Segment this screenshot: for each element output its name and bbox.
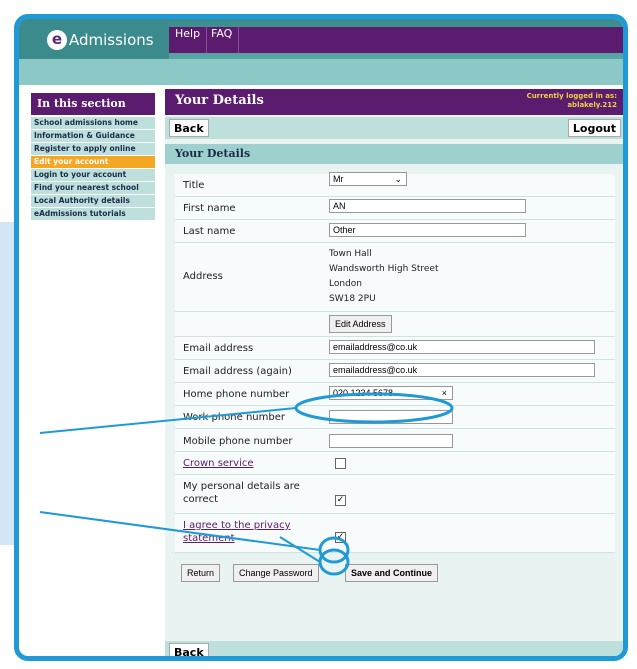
mobile-phone-label: Mobile phone number: [183, 436, 293, 447]
email-again-input[interactable]: emailaddress@co.uk: [329, 363, 595, 377]
details-correct-label: My personal details are correct: [183, 481, 300, 505]
username: ablakely.212: [567, 101, 617, 109]
page-header: Your Details Currently logged in as: abl…: [165, 89, 623, 115]
chevron-down-icon: ⌄: [394, 174, 402, 184]
form-row-last-name: Last name Other: [175, 220, 615, 243]
title-select[interactable]: Mr ⌄: [329, 172, 407, 186]
logo-e-icon: e: [47, 30, 67, 50]
crown-service-link[interactable]: Crown service: [183, 457, 254, 470]
save-and-continue-button[interactable]: Save and Continue: [345, 564, 439, 582]
email-input[interactable]: emailaddress@co.uk: [329, 340, 595, 354]
logo[interactable]: e Admissions: [19, 19, 169, 59]
last-name-input[interactable]: Other: [329, 223, 526, 237]
privacy-checkbox[interactable]: ✓: [335, 532, 346, 543]
mobile-phone-input[interactable]: [329, 434, 453, 448]
address-line: Wandsworth High Street: [329, 264, 439, 274]
sidebar-item-find-school[interactable]: Find your nearest school: [31, 182, 155, 194]
sidebar: School admissions home Information & Gui…: [31, 117, 155, 221]
email-again-label: Email address (again): [183, 366, 292, 377]
edit-address-button[interactable]: Edit Address: [329, 315, 392, 333]
nav-faq-link[interactable]: FAQ: [205, 27, 240, 53]
top-navigation: Help FAQ: [169, 27, 623, 53]
form-row-privacy: I agree to the privacy statement ✓: [175, 514, 615, 553]
form-row-details-correct: My personal details are correct ✓: [175, 475, 615, 514]
form-row-address: Address Town Hall Wandsworth High Street…: [175, 243, 615, 312]
top-banner: e Admissions Help FAQ: [19, 19, 623, 85]
privacy-statement-link[interactable]: I agree to the privacy statement: [183, 519, 303, 545]
email-label: Email address: [183, 343, 254, 354]
change-password-button[interactable]: Change Password: [233, 564, 319, 582]
browser-frame: e Admissions Help FAQ In this section Sc…: [14, 14, 628, 661]
sidebar-item-login[interactable]: Login to your account: [31, 169, 155, 181]
home-phone-input[interactable]: 020 1234 5678 ×: [329, 386, 453, 400]
form-row-first-name: First name AN: [175, 197, 615, 220]
form-row-mobile-phone: Mobile phone number: [175, 429, 615, 452]
address-line: Town Hall: [329, 249, 372, 259]
bottom-toolbar: Back: [165, 641, 623, 656]
login-status: Currently logged in as: ablakely.212: [527, 92, 617, 110]
form-row-crown-service: Crown service: [175, 452, 615, 475]
logged-in-label: Currently logged in as:: [526, 92, 617, 100]
section-heading: Your Details: [165, 144, 623, 164]
page-title: Your Details: [175, 93, 264, 108]
details-correct-checkbox[interactable]: ✓: [335, 495, 346, 506]
form-row-title: Title Mr ⌄: [175, 172, 615, 197]
last-name-label: Last name: [183, 226, 236, 237]
sidebar-heading: In this section: [31, 93, 155, 115]
toolbar: Back Logout: [165, 117, 623, 139]
address-label: Address: [183, 271, 223, 282]
work-phone-input[interactable]: [329, 410, 453, 424]
crown-service-checkbox[interactable]: [335, 458, 346, 469]
nav-help-link[interactable]: Help: [169, 27, 208, 53]
address-line: SW18 2PU: [329, 294, 376, 304]
sidebar-item-information-guidance[interactable]: Information & Guidance: [31, 130, 155, 142]
back-button[interactable]: Back: [169, 119, 209, 137]
form-row-email: Email address emailaddress@co.uk: [175, 337, 615, 360]
form-row-work-phone: Work phone number: [175, 406, 615, 429]
sidebar-item-edit-account[interactable]: Edit your account: [31, 156, 155, 168]
title-label: Title: [183, 180, 205, 191]
sidebar-item-register[interactable]: Register to apply online: [31, 143, 155, 155]
first-name-input[interactable]: AN: [329, 199, 526, 213]
work-phone-label: Work phone number: [183, 412, 286, 423]
first-name-label: First name: [183, 203, 236, 214]
clear-icon[interactable]: ×: [442, 387, 447, 400]
address-line: London: [329, 279, 362, 289]
sidebar-item-tutorials[interactable]: eAdmissions tutorials: [31, 208, 155, 220]
form-row-edit-address: Edit Address: [175, 312, 615, 337]
logout-button[interactable]: Logout: [567, 119, 621, 137]
bottom-back-button[interactable]: Back: [169, 643, 209, 656]
logo-text: Admissions: [69, 31, 154, 49]
sidebar-item-school-admissions-home[interactable]: School admissions home: [31, 117, 155, 129]
home-phone-label: Home phone number: [183, 389, 290, 400]
sidebar-item-local-authority[interactable]: Local Authority details: [31, 195, 155, 207]
main-content: Your Details Currently logged in as: abl…: [165, 89, 623, 656]
return-button[interactable]: Return: [181, 564, 221, 582]
form-row-email-again: Email address (again) emailaddress@co.uk: [175, 360, 615, 383]
form-row-home-phone: Home phone number 020 1234 5678 ×: [175, 383, 615, 406]
